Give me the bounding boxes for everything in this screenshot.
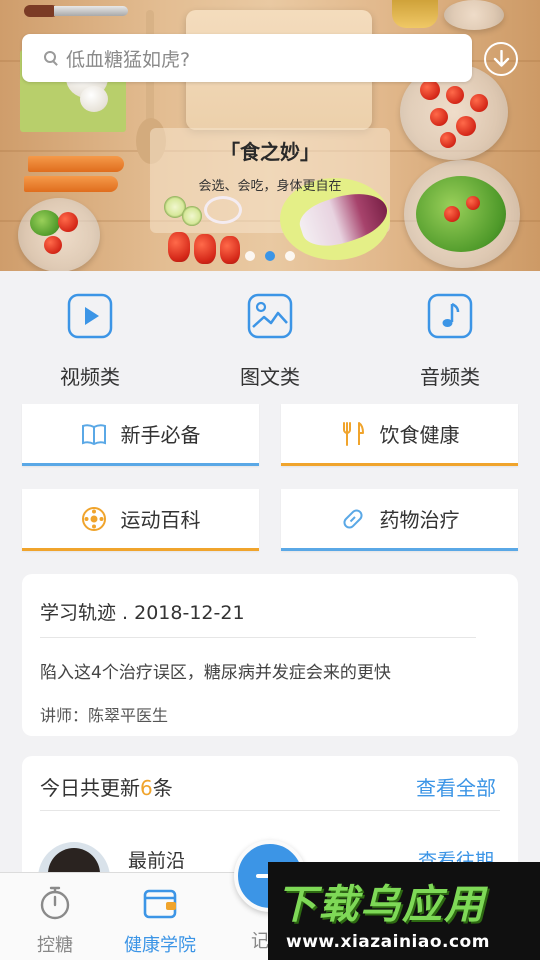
study-track-card[interactable]: 学习轨迹 . 2018-12-21 陷入这4个治疗误区，糖尿病并发症会来的更快 … <box>22 574 518 736</box>
salad-image <box>30 210 60 236</box>
study-track-title: 学习轨迹 . 2018-12-21 <box>40 602 245 624</box>
book-icon <box>81 423 106 445</box>
updates-title: 今日共更新6条 <box>40 772 173 801</box>
search-placeholder: 低血糖猛如虎? <box>66 48 191 71</box>
knife-blade-image <box>54 6 128 16</box>
tomato-image <box>420 80 440 100</box>
salad-bowl-image <box>18 198 100 271</box>
watermark: 下载乌应用 www.xiazainiao.com <box>268 862 540 960</box>
category-video[interactable]: 视频类 <box>40 293 140 390</box>
image-icon <box>247 293 293 339</box>
updates-title-prefix: 今日共更新 <box>40 776 140 800</box>
tomato-image <box>444 206 460 222</box>
divider <box>40 810 500 811</box>
watermark-title: 下载乌应用 <box>276 882 486 928</box>
category-label: 视频类 <box>60 365 120 389</box>
category-label: 音频类 <box>420 365 480 389</box>
tomato-image <box>220 236 240 264</box>
search-icon <box>44 51 58 65</box>
content-categories: 视频类 图文类 音频类 <box>0 271 540 401</box>
tab-control-sugar[interactable]: 控糖 <box>0 885 110 957</box>
study-teacher: 讲师：陈翠平医生 <box>40 706 169 725</box>
topic-label: 药物治疗 <box>379 508 460 532</box>
onion-ring-image <box>204 196 242 224</box>
category-audio[interactable]: 音频类 <box>400 293 500 390</box>
topic-exercise-button[interactable]: 运动百科 <box>22 489 259 551</box>
stopwatch-icon <box>40 886 70 920</box>
tomato-image <box>456 116 476 136</box>
search-bar[interactable]: 低血糖猛如虎? <box>22 34 472 82</box>
updates-count: 6 <box>140 776 153 800</box>
wallet-icon <box>143 889 177 919</box>
salad-image <box>416 176 506 252</box>
carrot-image <box>24 176 118 192</box>
tomato-image <box>168 232 190 262</box>
topic-label: 新手必备 <box>120 423 201 447</box>
pill-icon <box>342 508 363 529</box>
topic-medication-button[interactable]: 药物治疗 <box>281 489 518 551</box>
tab-health-academy[interactable]: 健康学院 <box>105 885 215 957</box>
video-play-icon <box>67 293 113 339</box>
banner-slogan: 「食之妙」 会选、会吃，身体更自在 <box>180 132 360 200</box>
tomato-image <box>58 212 78 232</box>
divider <box>40 637 476 638</box>
ball-icon <box>81 506 106 531</box>
banner-pagination <box>245 251 295 261</box>
download-button[interactable] <box>484 42 518 76</box>
banner-slogan-title: 「食之妙」 <box>220 140 320 164</box>
category-label: 图文类 <box>240 365 300 389</box>
tomato-image <box>470 94 488 112</box>
tomato-image <box>44 236 62 254</box>
tab-label: 健康学院 <box>124 935 196 956</box>
knife-handle-image <box>24 5 58 17</box>
cucumber-slice-image <box>182 206 202 226</box>
category-image-text[interactable]: 图文类 <box>220 293 320 390</box>
topic-label: 饮食健康 <box>379 423 460 447</box>
fork-knife-icon <box>342 421 364 446</box>
update-item-name[interactable]: 最前沿 <box>128 846 185 873</box>
hero-banner[interactable]: 低血糖猛如虎? 「食之妙」 会选、会吃，身体更自在 <box>0 0 540 271</box>
carrot-image <box>28 156 124 172</box>
watermark-url: www.xiazainiao.com <box>286 932 490 952</box>
view-all-link[interactable]: 查看全部 <box>416 772 496 801</box>
tomato-image <box>430 108 448 126</box>
study-course-title[interactable]: 陷入这4个治疗误区，糖尿病并发症会来的更快 <box>40 658 391 683</box>
download-arrow-icon <box>493 50 510 67</box>
tomato-image <box>440 132 456 148</box>
tomato-image <box>194 234 216 264</box>
banner-slogan-subtitle: 会选、会吃，身体更自在 <box>198 179 342 194</box>
tomato-image <box>466 196 480 210</box>
music-note-icon <box>427 293 473 339</box>
pagination-dot[interactable] <box>285 251 295 261</box>
topic-label: 运动百科 <box>120 508 201 532</box>
topic-diet-button[interactable]: 饮食健康 <box>281 404 518 466</box>
tomato-image <box>446 86 464 104</box>
oil-jar-image <box>392 0 438 28</box>
tab-label: 控糖 <box>37 935 73 956</box>
garlic-image <box>80 86 108 112</box>
pagination-dot-active[interactable] <box>265 251 275 261</box>
topic-beginner-button[interactable]: 新手必备 <box>22 404 259 466</box>
pagination-dot[interactable] <box>245 251 255 261</box>
updates-title-suffix: 条 <box>152 776 173 800</box>
cucumber-bowl-image <box>444 0 504 30</box>
